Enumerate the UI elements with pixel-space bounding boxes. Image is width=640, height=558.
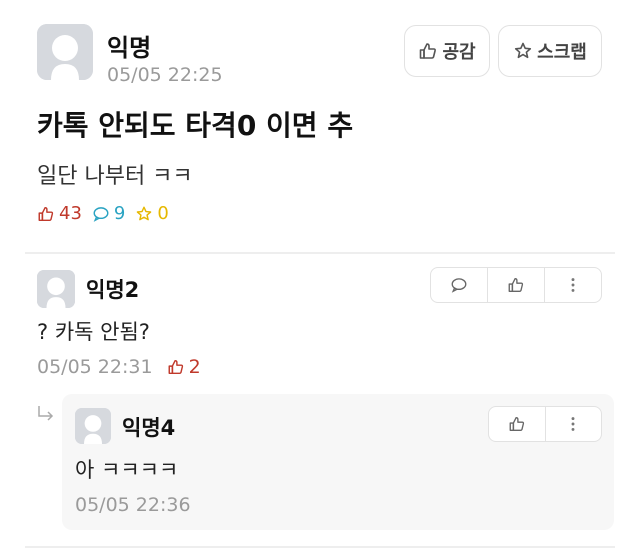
reply-comment: 익명4 아 ㅋㅋㅋㅋ 05/05 22:36 [62,394,614,530]
post-body: 일단 나부터 ㅋㅋ [37,164,193,189]
divider [25,252,615,254]
comment-count: 9 [92,203,125,224]
like-button-label: 공감 [442,42,476,63]
star-icon [515,42,532,59]
comment-more-button[interactable] [545,268,601,302]
reply-body: 아 ㅋㅋㅋㅋ [75,458,179,482]
comment-avatar-icon [37,270,75,308]
scrap-count: 0 [135,203,169,224]
scrap-button-label: 스크랩 [537,42,587,63]
comment-author: 익명2 [86,278,140,302]
reply-button[interactable] [431,268,488,302]
post-author: 익명 [107,34,152,62]
comment-actions [430,267,602,303]
speech-bubble-icon [451,278,467,293]
like-count: 43 [37,203,82,224]
vertical-dots-icon [571,417,575,431]
reply-arrow-icon [38,406,54,421]
comment-body: ? 카독 안됨? [37,320,150,344]
reply-time: 05/05 22:36 [75,494,191,516]
reply-like-button[interactable] [489,407,546,441]
vertical-dots-icon [571,278,575,292]
thumbs-up-icon [509,417,524,431]
divider [25,546,615,548]
reply-avatar-icon [75,408,111,444]
comment-like-button[interactable] [488,268,545,302]
reply-more-button[interactable] [546,407,602,441]
star-icon [137,206,152,220]
like-button[interactable]: 공감 [404,25,490,77]
post-time: 05/05 22:25 [107,64,223,86]
speech-bubble-icon [93,206,109,222]
comment-time: 05/05 22:31 [37,356,153,378]
comment-count-value: 9 [113,203,126,224]
thumbs-up-icon [38,206,54,221]
thumbs-up-icon [508,278,524,292]
thumbs-up-icon [420,43,437,59]
comment-meta: 05/05 22:31 2 [37,356,201,378]
comment-like-count: 2 [167,356,201,378]
post-avatar-icon [37,24,93,80]
like-count-value: 43 [59,203,82,224]
scrap-button[interactable]: 스크랩 [498,25,602,77]
post: 익명 05/05 22:25 공감 스크랩 카톡 안되도 타격0 이면 추 일단… [0,0,640,254]
thumbs-up-icon [168,359,183,375]
post-stats: 43 9 0 [37,203,179,224]
reply-actions [488,406,602,442]
comment: 익명2 ? 카독 안됨? 05/05 22:31 2 [0,256,640,386]
reply-author: 익명4 [122,416,176,440]
comment-like-count-value: 2 [188,356,201,378]
post-title: 카톡 안되도 타격0 이면 추 [37,109,354,142]
scrap-count-value: 0 [157,203,169,224]
